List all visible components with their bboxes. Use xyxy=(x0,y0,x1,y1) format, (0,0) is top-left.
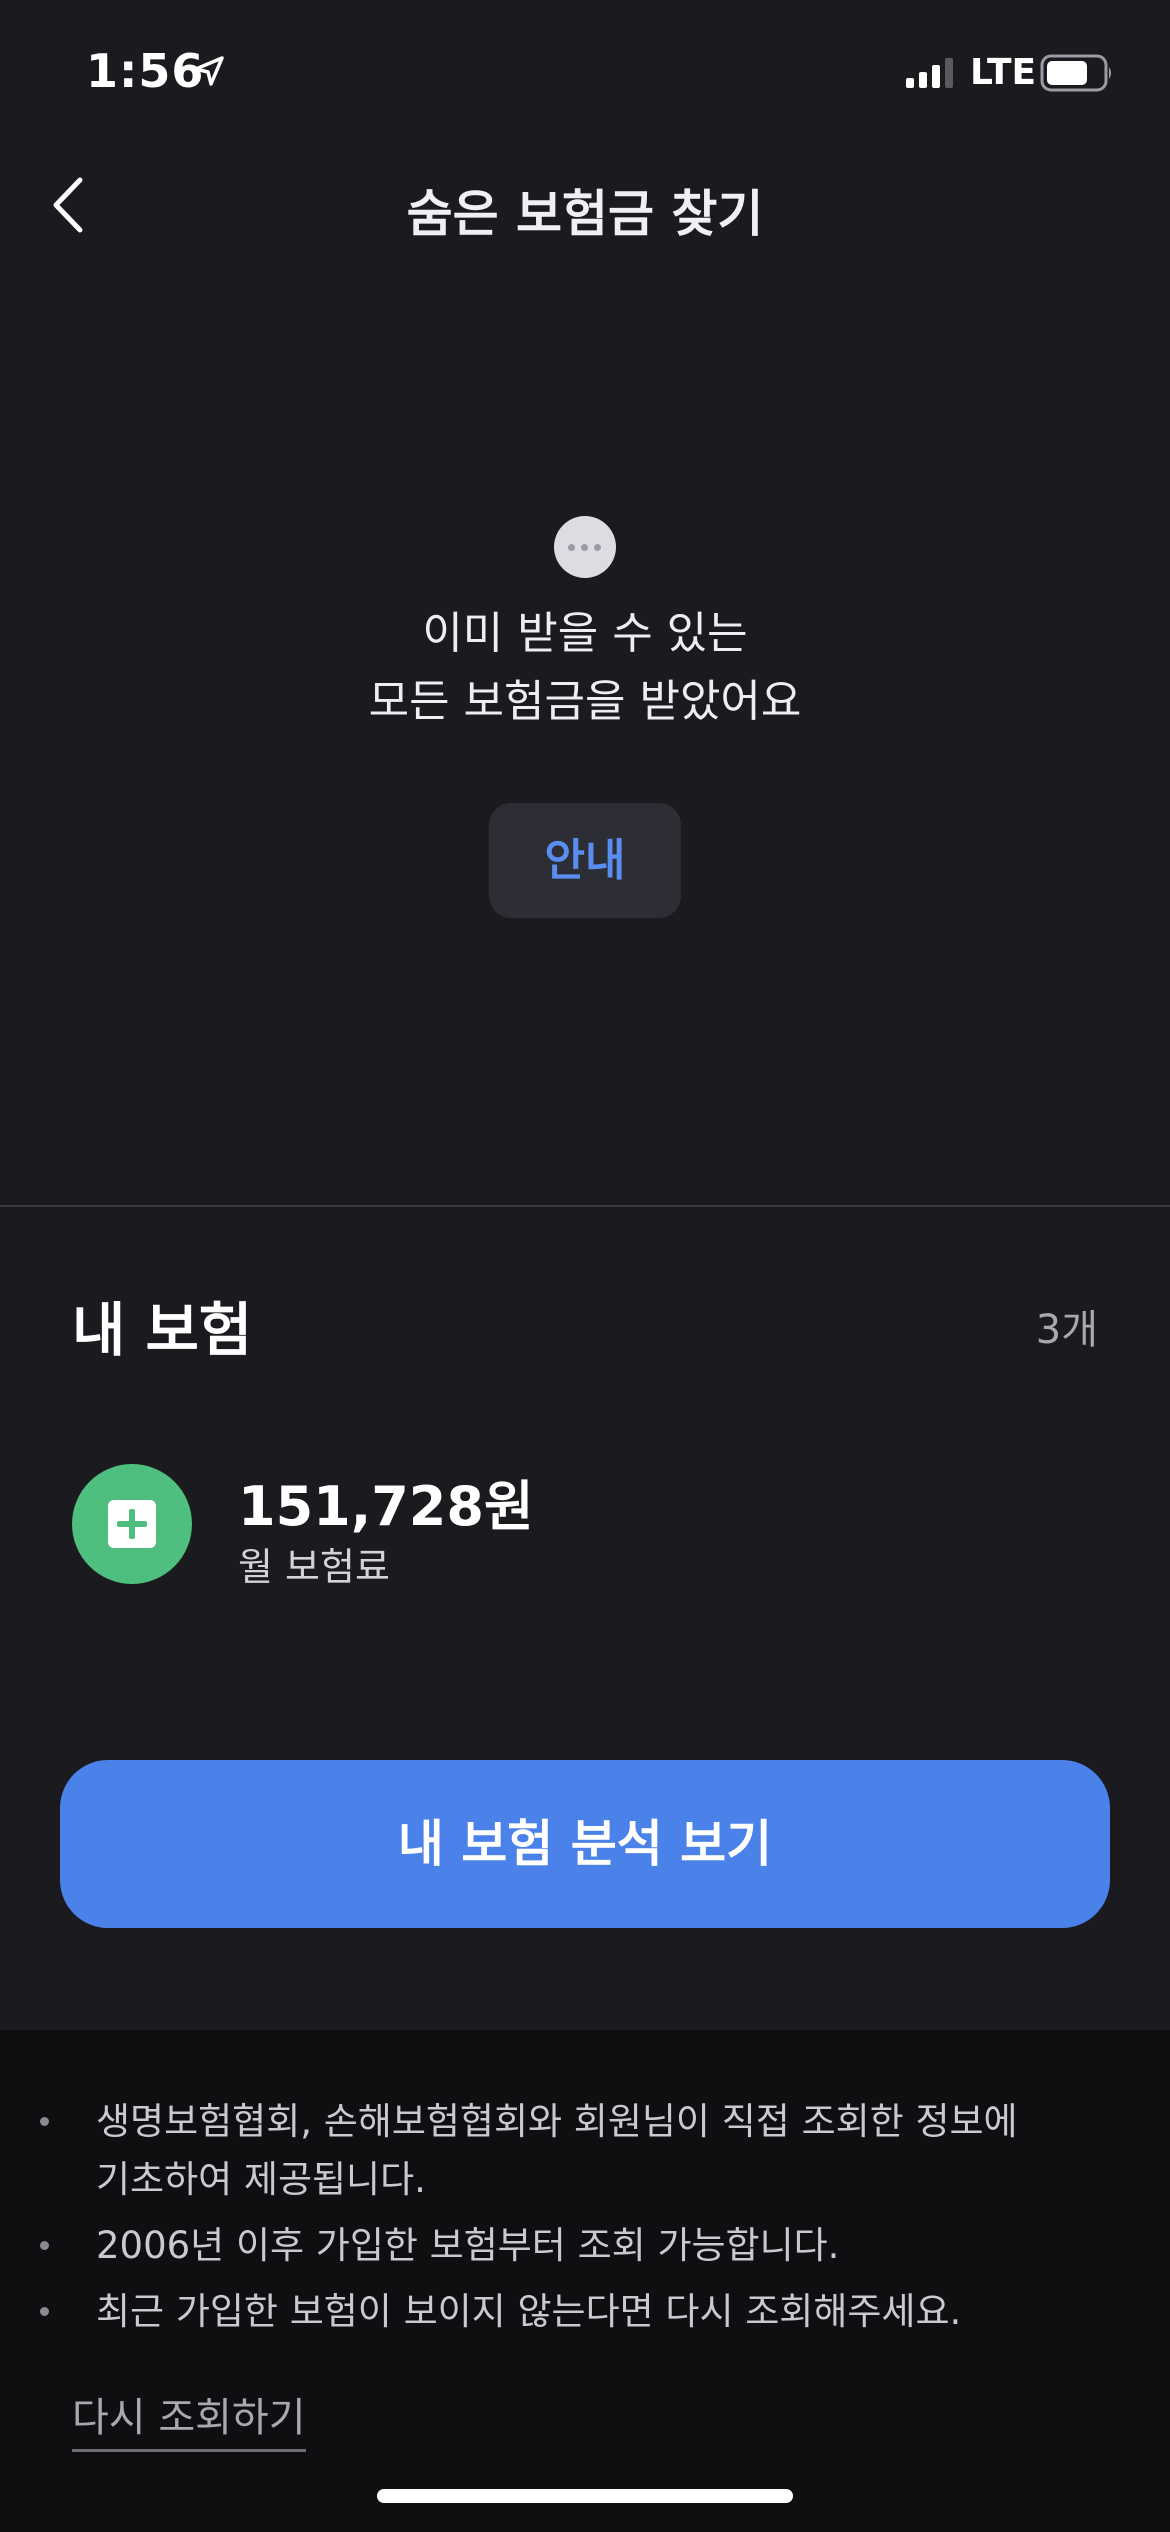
page-title: 숨은 보험금 찾기 xyxy=(406,185,764,243)
medical-plus-icon xyxy=(72,1464,192,1584)
note-item: 최근 가입한 보험이 보이지 않는다면 다시 조회해주세요. xyxy=(40,2283,1056,2341)
premium-label: 월 보험료 xyxy=(238,1545,390,1589)
note-item: 생명보험협회, 손해보험협회와 회원님이 직접 조회한 정보에 기초하여 제공됩… xyxy=(40,2093,1056,2209)
status-time: 1:56 xyxy=(86,44,205,98)
navigation-bar: 숨은 보험금 찾기 xyxy=(0,150,1170,260)
note-text: 2006년 이후 가입한 보험부터 조회 가능합니다. xyxy=(96,2224,840,2267)
bullet-dot xyxy=(40,2241,49,2250)
monthly-premium-row[interactable]: 151,728원 월 보험료 xyxy=(72,1462,1098,1592)
note-text: 최근 가입한 보험이 보이지 않는다면 다시 조회해주세요. xyxy=(96,2290,962,2333)
my-insurance-title: 내 보험 xyxy=(72,1296,253,1364)
ellipsis-circle-icon xyxy=(554,516,616,578)
empty-state-line-1: 이미 받을 수 있는 xyxy=(422,608,748,659)
insurance-count: 3개 xyxy=(1035,1307,1098,1353)
network-type: LTE xyxy=(970,52,1037,93)
battery-icon xyxy=(1040,54,1111,92)
empty-state-message: 이미 받을 수 있는 모든 보험금을 받았어요 xyxy=(0,600,1170,736)
bullet-dot xyxy=(40,2307,49,2316)
notes-list: 생명보험협회, 손해보험협회와 회원님이 직접 조회한 정보에 기초하여 제공됩… xyxy=(0,2093,1170,2349)
note-item: 2006년 이후 가입한 보험부터 조회 가능합니다. xyxy=(40,2217,1056,2275)
status-bar: 1:56 LTE xyxy=(0,0,1170,140)
home-indicator xyxy=(377,2489,793,2503)
cellular-signal-icon xyxy=(906,58,953,88)
analysis-button[interactable]: 내 보험 분석 보기 xyxy=(60,1760,1110,1928)
info-button[interactable]: 안내 xyxy=(489,803,681,918)
retry-link[interactable]: 다시 조회하기 xyxy=(72,2385,306,2452)
note-text: 생명보험협회, 손해보험협회와 회원님이 직접 조회한 정보에 기초하여 제공됩… xyxy=(96,2100,1018,2201)
location-arrow-icon xyxy=(194,56,224,86)
bullet-dot xyxy=(40,2117,49,2126)
main-panel xyxy=(0,0,1170,2030)
section-divider xyxy=(0,1205,1170,1207)
premium-amount: 151,728원 xyxy=(238,1475,534,1538)
empty-state-line-2: 모든 보험금을 받았어요 xyxy=(368,676,802,727)
